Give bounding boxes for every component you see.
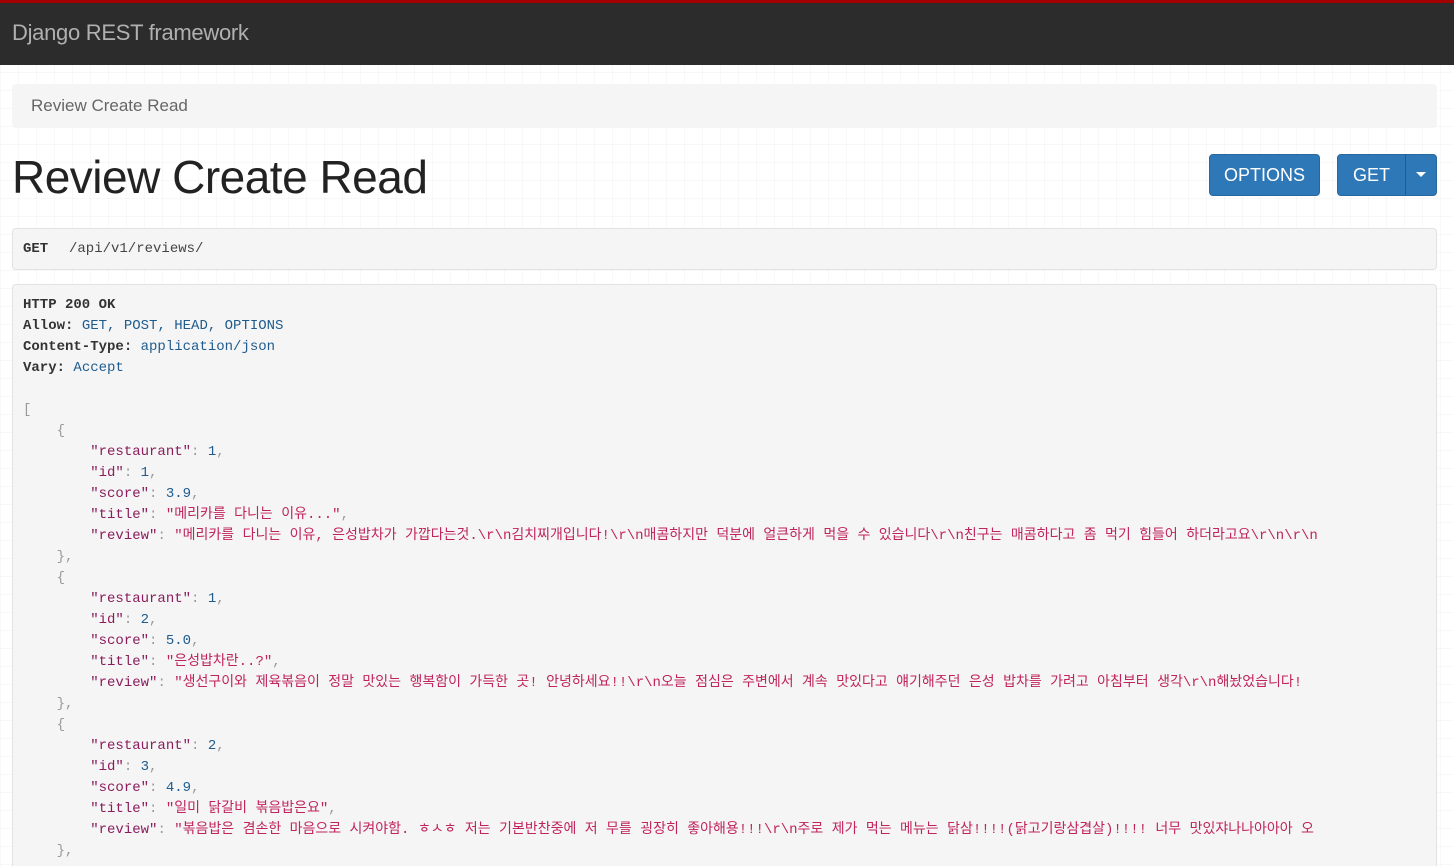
json-score: 3.9 (165, 486, 192, 502)
response-status: HTTP 200 OK (23, 297, 116, 313)
json-title: "은성밥차란..?" (165, 654, 273, 670)
caret-down-icon (1416, 172, 1426, 178)
breadcrumb-current[interactable]: Review Create Read (31, 96, 188, 116)
response-info: HTTP 200 OK Allow: GET, POST, HEAD, OPTI… (12, 284, 1437, 866)
header-name: Vary: (23, 360, 66, 376)
response-content: HTTP 200 OK Allow: GET, POST, HEAD, OPTI… (23, 297, 1318, 859)
json-id: 3 (140, 759, 150, 775)
request-method: GET (23, 241, 49, 257)
json-restaurant: 1 (207, 444, 217, 460)
breadcrumb: Review Create Read (12, 84, 1437, 128)
json-title: "메리카를 다니는 이유..." (165, 507, 341, 523)
json-restaurant: 1 (207, 591, 217, 607)
options-button[interactable]: OPTIONS (1209, 154, 1320, 196)
json-id: 1 (140, 465, 150, 481)
json-title: "일미 닭갈비 볶음밥은요" (165, 801, 329, 817)
json-review: "생선구이와 제육볶음이 정말 맛있는 행복함이 가득한 곳! 안녕하세요!!\… (174, 675, 1303, 691)
json-review: "메리카를 다니는 이유, 은성밥차가 가깝다는것.\r\n김치찌개입니다!\r… (174, 528, 1318, 544)
request-path: /api/v1/reviews/ (69, 241, 204, 257)
json-id: 2 (140, 612, 150, 628)
page-title: Review Create Read (12, 151, 428, 203)
navbar: Django REST framework (0, 0, 1454, 65)
header-value: GET, POST, HEAD, OPTIONS (81, 318, 284, 334)
json-score: 4.9 (165, 780, 192, 796)
json-score: 5.0 (165, 633, 192, 649)
brand-link[interactable]: Django REST framework (12, 20, 249, 46)
get-button[interactable]: GET (1337, 154, 1406, 196)
header-name: Allow: (23, 318, 74, 334)
header-value: Accept (73, 360, 124, 376)
header-value: application/json (140, 339, 276, 355)
header-name: Content-Type: (23, 339, 133, 355)
get-format-dropdown-button[interactable] (1405, 154, 1437, 196)
json-review: "볶음밥은 겸손한 마음으로 시켜야함. ㅎㅅㅎ 저는 기본반찬중에 저 무를 … (174, 822, 1314, 838)
json-restaurant: 2 (207, 738, 217, 754)
request-info: GET /api/v1/reviews/ (12, 228, 1437, 270)
